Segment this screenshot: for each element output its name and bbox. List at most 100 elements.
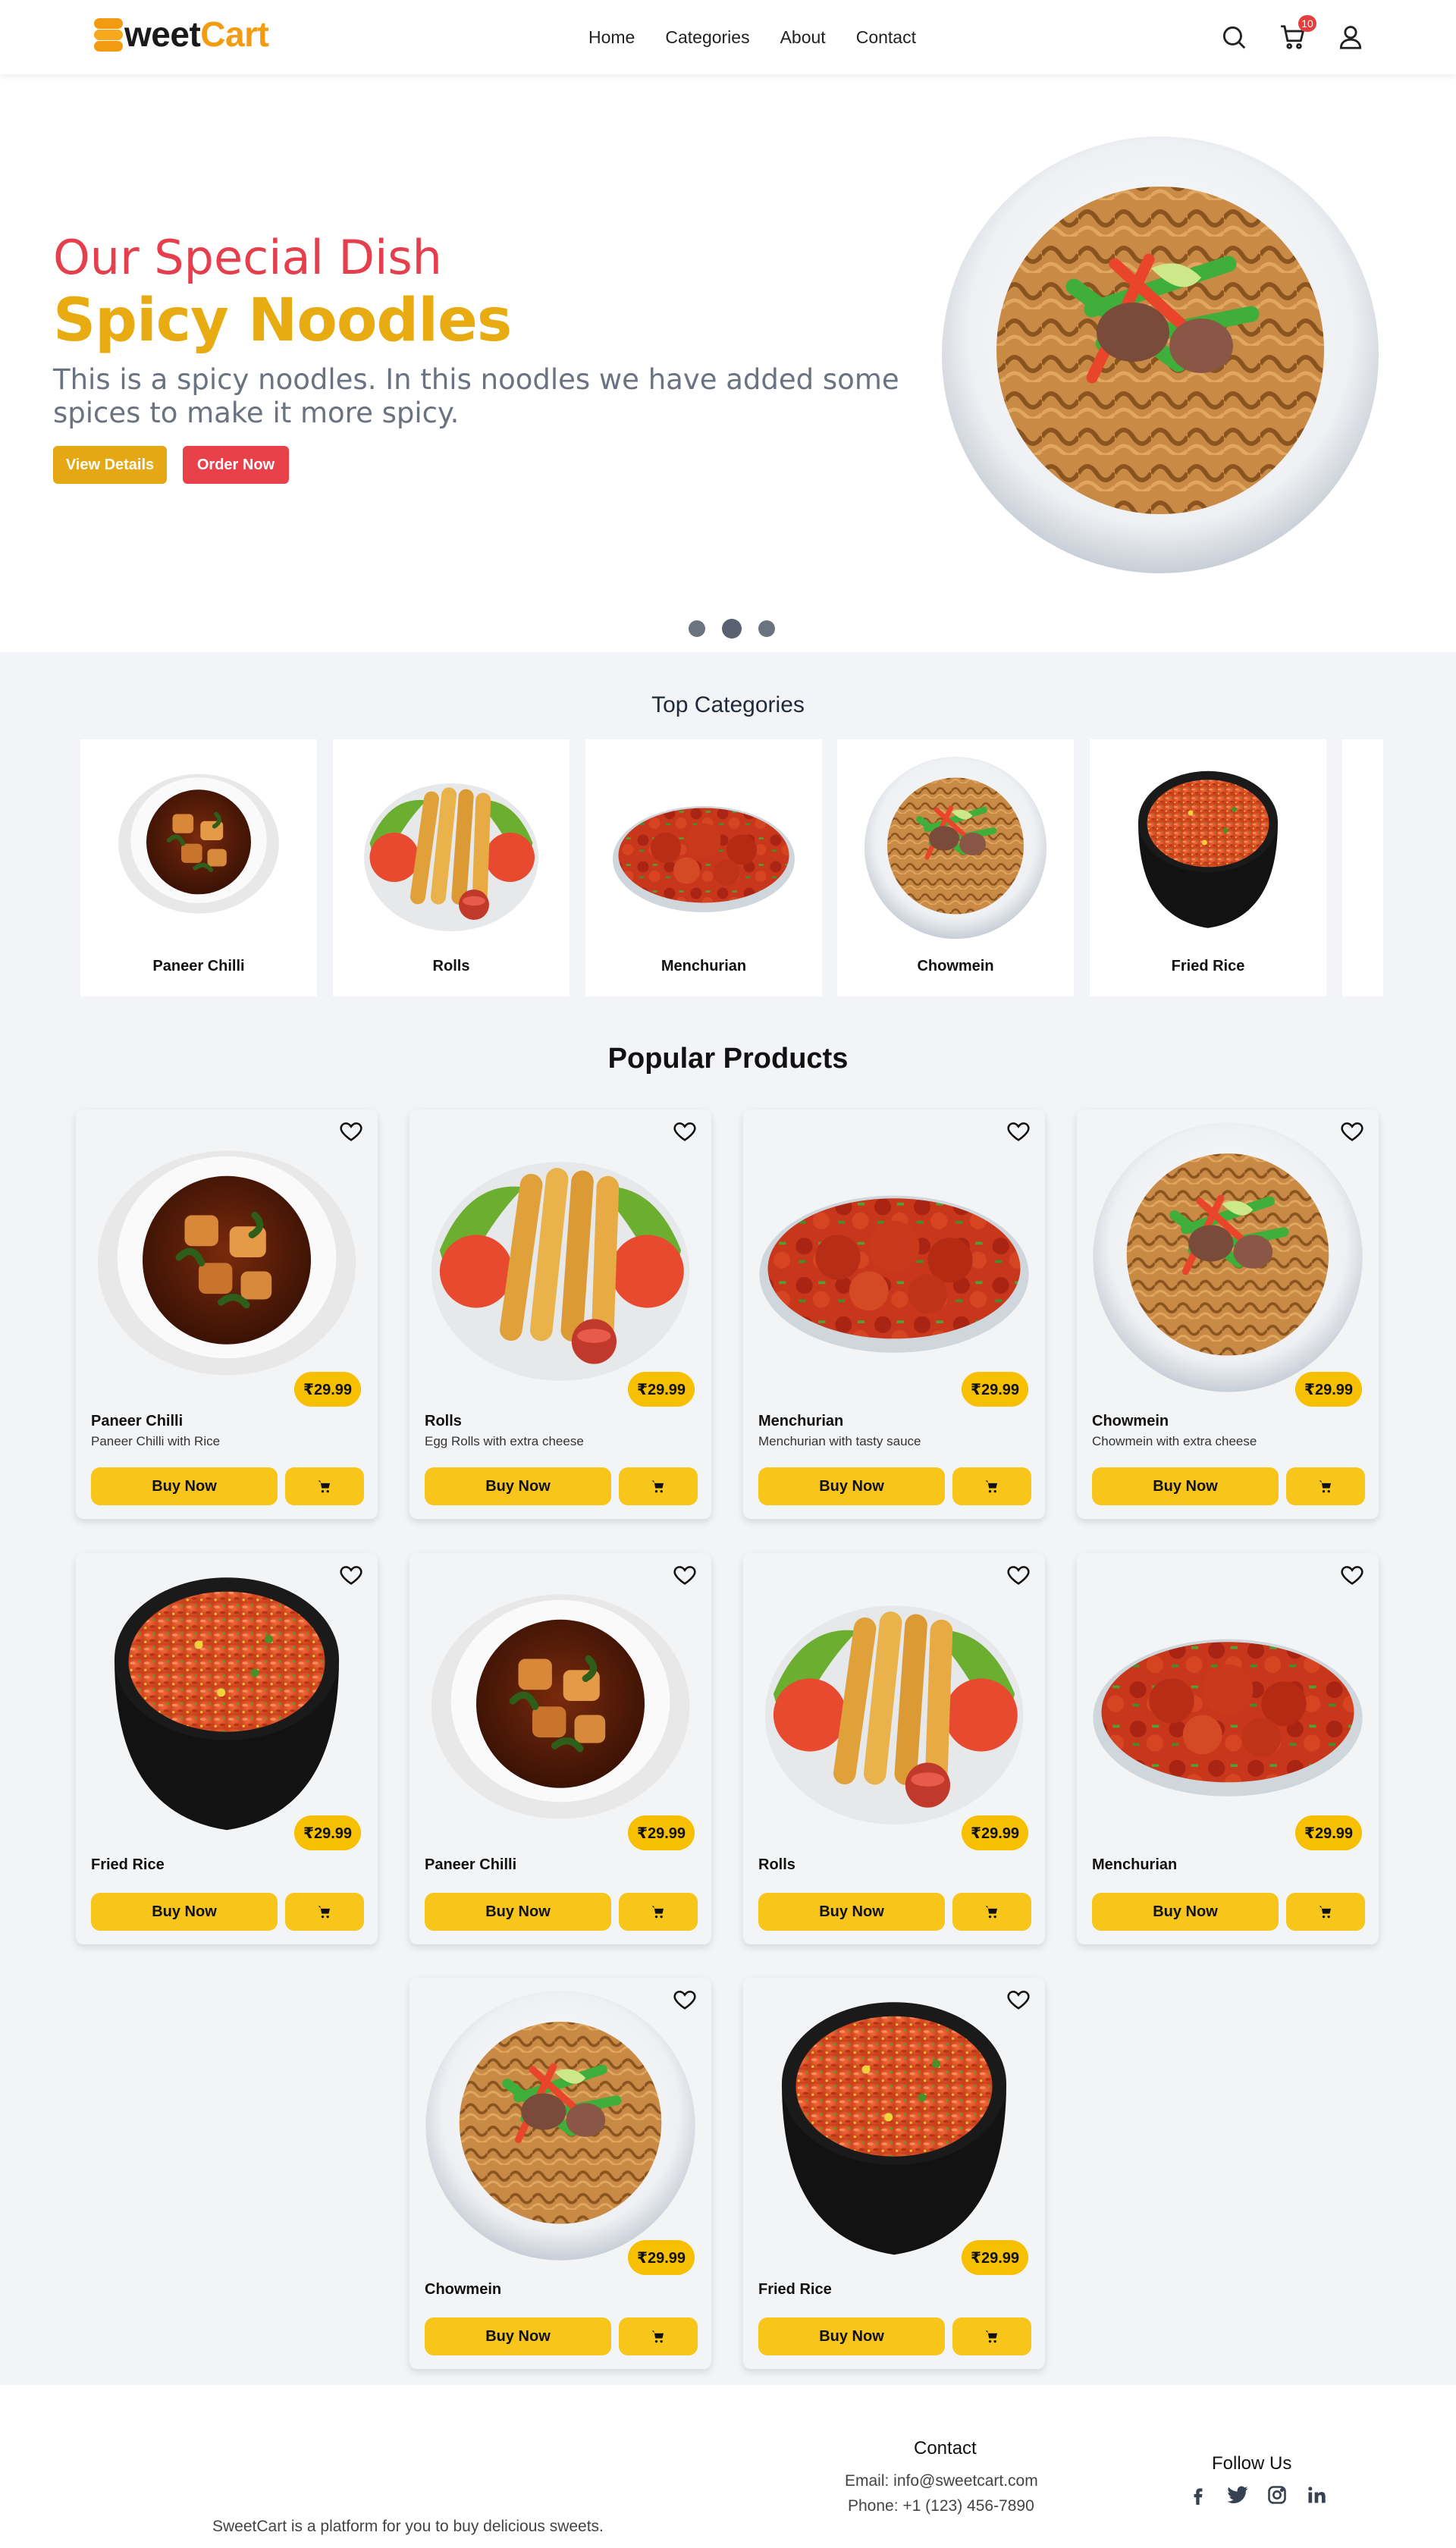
add-to-cart-button[interactable] (285, 1467, 364, 1505)
linkedin-icon[interactable] (1304, 2482, 1329, 2508)
price-badge: ₹29.99 (1295, 1372, 1362, 1407)
category-image (1121, 753, 1295, 943)
add-to-cart-button[interactable] (285, 1893, 364, 1931)
carousel-dot-1[interactable] (689, 620, 705, 637)
buy-now-button[interactable]: Buy Now (91, 1467, 278, 1505)
buy-now-button[interactable]: Buy Now (758, 1893, 945, 1931)
nav-link-contact[interactable]: Contact (856, 27, 916, 48)
add-to-cart-button[interactable] (952, 1467, 1031, 1505)
heart-icon[interactable] (672, 1562, 698, 1588)
user-icon[interactable] (1336, 23, 1365, 52)
product-description: Paneer Chilli with Rice (91, 1434, 221, 1448)
cart-icon[interactable]: 10 (1279, 15, 1316, 52)
logo-s-icon (94, 17, 123, 52)
search-icon[interactable] (1219, 23, 1248, 52)
product-card: ₹29.99 Rolls Egg Rolls with extra cheese… (410, 1109, 711, 1519)
view-details-button[interactable]: View Details (53, 446, 167, 484)
heart-icon[interactable] (338, 1119, 364, 1144)
buy-now-button[interactable]: Buy Now (758, 2317, 945, 2355)
product-image (420, 1117, 701, 1398)
category-card-paneer-chilli[interactable]: Paneer Chilli (80, 739, 317, 996)
add-to-cart-button[interactable] (619, 1467, 698, 1505)
add-to-cart-button[interactable] (952, 1893, 1031, 1931)
footer-follow-title: Follow Us (1212, 2453, 1292, 2474)
heart-icon[interactable] (1006, 1562, 1031, 1588)
buy-now-button[interactable]: Buy Now (758, 1467, 945, 1505)
product-name: Fried Rice (758, 2281, 832, 2298)
nav-link-home[interactable]: Home (588, 27, 635, 48)
navbar: weetCart Home Categories About Contact 1… (0, 0, 1456, 74)
product-name: Chowmein (1092, 1413, 1169, 1429)
heart-icon[interactable] (338, 1562, 364, 1588)
category-card-chowmein[interactable]: Chowmein (837, 739, 1074, 996)
category-label: Rolls (432, 958, 470, 974)
cart-icon (651, 1906, 664, 1919)
heart-icon[interactable] (1006, 1119, 1031, 1144)
product-name: Menchurian (758, 1413, 844, 1429)
order-now-button[interactable]: Order Now (183, 446, 289, 484)
product-card: ₹29.99 Paneer Chilli Buy Now (410, 1553, 711, 1944)
cart-icon (318, 1480, 331, 1493)
buy-now-button[interactable]: Buy Now (425, 2317, 611, 2355)
cart-icon (1319, 1480, 1332, 1493)
popular-products-title: Popular Products (607, 1043, 849, 1075)
cart-icon (985, 2330, 998, 2343)
buy-now-button[interactable]: Buy Now (425, 1893, 611, 1931)
product-card: ₹29.99 Rolls Buy Now (743, 1553, 1045, 1944)
hero-description: This is a spicy noodles. In this noodles… (53, 363, 899, 429)
carousel-dot-3[interactable] (758, 620, 775, 637)
heart-icon[interactable] (1006, 1987, 1031, 2013)
nav-link-about[interactable]: About (780, 27, 826, 48)
product-card: ₹29.99 Fried Rice Buy Now (743, 1978, 1045, 2369)
category-card-fried-rice[interactable]: Fried Rice (1090, 739, 1326, 996)
hero-subtitle: Our Special Dish (53, 230, 442, 285)
category-label: Fried Rice (1171, 958, 1245, 974)
price-badge: ₹29.99 (628, 2240, 695, 2275)
category-card-partial[interactable] (1342, 739, 1383, 996)
category-image (356, 753, 546, 943)
add-to-cart-button[interactable] (952, 2317, 1031, 2355)
price-badge: ₹29.99 (294, 1815, 361, 1850)
nav-link-categories[interactable]: Categories (665, 27, 749, 48)
heart-icon[interactable] (1339, 1562, 1365, 1588)
hero-carousel: Our Special Dish Spicy Noodles This is a… (0, 74, 1456, 652)
product-image (86, 1117, 367, 1398)
heart-icon[interactable] (672, 1119, 698, 1144)
category-card-menchurian[interactable]: Menchurian (585, 739, 822, 996)
facebook-icon[interactable] (1185, 2482, 1211, 2508)
carousel-dot-2[interactable] (722, 619, 742, 639)
top-categories-title: Top Categories (651, 692, 805, 717)
product-name: Menchurian (1092, 1856, 1178, 1873)
cart-icon (318, 1906, 331, 1919)
product-card: ₹29.99 Menchurian Menchurian with tasty … (743, 1109, 1045, 1519)
buy-now-button[interactable]: Buy Now (91, 1893, 278, 1931)
instagram-icon[interactable] (1264, 2482, 1290, 2508)
logo[interactable]: weetCart (94, 17, 269, 52)
product-description: Egg Rolls with extra cheese (425, 1434, 584, 1448)
product-card: ₹29.99 Menchurian Buy Now (1077, 1553, 1379, 1944)
price-badge: ₹29.99 (962, 1815, 1028, 1850)
product-name: Chowmein (425, 2281, 502, 2298)
heart-icon[interactable] (1339, 1119, 1365, 1144)
social-links (1185, 2482, 1329, 2508)
buy-now-button[interactable]: Buy Now (425, 1467, 611, 1505)
add-to-cart-button[interactable] (1286, 1893, 1365, 1931)
add-to-cart-button[interactable] (619, 1893, 698, 1931)
price-badge: ₹29.99 (628, 1372, 695, 1407)
heart-icon[interactable] (672, 1987, 698, 2013)
add-to-cart-button[interactable] (619, 2317, 698, 2355)
product-name: Paneer Chilli (91, 1413, 184, 1429)
nav-links: Home Categories About Contact (588, 27, 916, 48)
buy-now-button[interactable]: Buy Now (1092, 1893, 1279, 1931)
price-badge: ₹29.99 (962, 2240, 1028, 2275)
twitter-icon[interactable] (1225, 2482, 1250, 2508)
price-badge: ₹29.99 (1295, 1815, 1362, 1850)
add-to-cart-button[interactable] (1286, 1467, 1365, 1505)
category-label: Paneer Chilli (152, 958, 245, 974)
category-card-rolls[interactable]: Rolls (333, 739, 570, 996)
product-image (420, 1561, 701, 1841)
buy-now-button[interactable]: Buy Now (1092, 1467, 1279, 1505)
footer-phone[interactable]: Phone: +1 (123) 456-7890 (848, 2497, 1034, 2515)
footer: SweetCart is a platform for you to buy d… (0, 2385, 1456, 2548)
footer-email[interactable]: Email: info@sweetcart.com (845, 2472, 1038, 2490)
